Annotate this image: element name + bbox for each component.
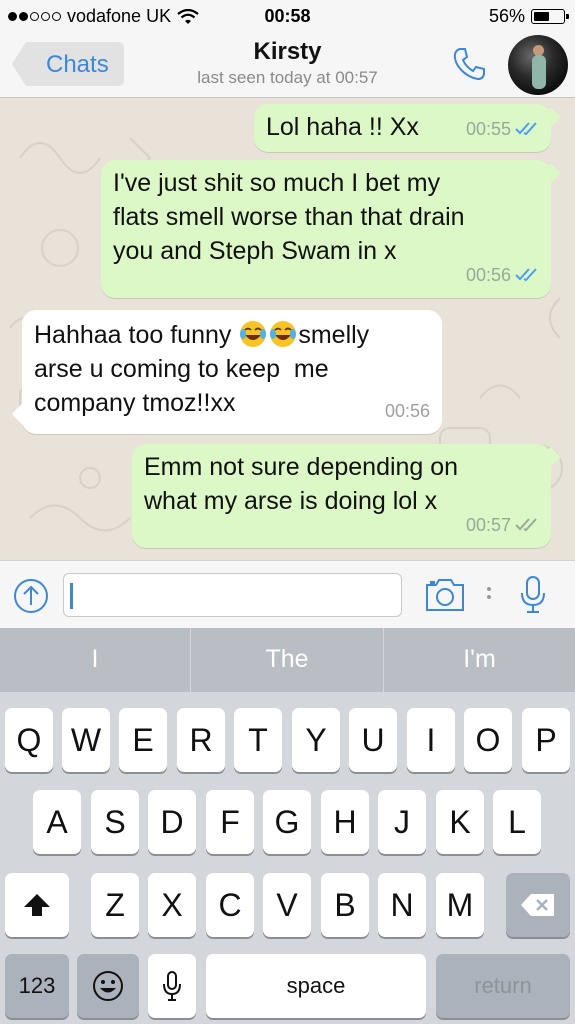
backspace-icon — [521, 894, 554, 916]
space-key[interactable]: space — [206, 954, 426, 1018]
key-y[interactable]: Y — [292, 708, 340, 772]
message-text: Hahhaa too funny smelly arse u coming to… — [34, 318, 369, 420]
key-k[interactable]: K — [436, 790, 484, 854]
camera-icon[interactable] — [424, 577, 466, 613]
share-upload-icon[interactable] — [13, 578, 49, 614]
battery-info: 56% — [488, 6, 569, 27]
contact-info[interactable]: Kirsty last seen today at 00:57 — [0, 38, 575, 88]
message-line: arse u coming to keep me — [34, 355, 329, 383]
message-meta: 00:56 — [466, 258, 539, 292]
message-line: you and Steph Swam in x — [113, 237, 397, 265]
message-text: Emm not sure depending on what my arse i… — [144, 450, 458, 518]
key-b[interactable]: B — [321, 873, 369, 937]
key-c[interactable]: C — [206, 873, 254, 937]
shift-icon — [24, 894, 50, 916]
key-u[interactable]: U — [349, 708, 397, 772]
battery-percent: 56% — [488, 6, 525, 26]
key-v[interactable]: V — [263, 873, 311, 937]
message-time: 00:56 — [465, 265, 511, 285]
key-o[interactable]: O — [464, 708, 512, 772]
key-r[interactable]: R — [177, 708, 225, 772]
key-w[interactable]: W — [62, 708, 110, 772]
dictation-key[interactable] — [148, 954, 196, 1018]
text-cursor — [70, 583, 73, 609]
message-line: what my arse is doing lol x — [144, 487, 438, 515]
key-m[interactable]: M — [436, 873, 484, 937]
keyboard-keys: Q W E R T Y U I O P A S D F G H J K L Z … — [0, 692, 575, 1024]
key-l[interactable]: L — [493, 790, 541, 854]
message-meta: 00:57 — [466, 508, 539, 542]
numbers-key[interactable]: 123 — [5, 954, 69, 1018]
read-receipt-icon — [515, 122, 537, 136]
last-seen-status: last seen today at 00:57 — [197, 68, 378, 87]
key-t[interactable]: T — [234, 708, 282, 772]
contact-name: Kirsty — [253, 38, 322, 65]
message-line: I've just shit so much I bet my — [113, 169, 441, 197]
key-p[interactable]: P — [522, 708, 570, 772]
message-meta: 00:55 — [466, 112, 539, 146]
key-x[interactable]: X — [148, 873, 196, 937]
return-key[interactable]: return — [436, 954, 570, 1018]
key-s[interactable]: S — [91, 790, 139, 854]
message-bubble-outgoing[interactable]: I've just shit so much I bet my flats sm… — [101, 160, 561, 298]
message-meta: 00:56 — [385, 394, 430, 428]
microphone-icon[interactable] — [518, 575, 548, 615]
message-line: Emm not sure depending on — [144, 453, 459, 481]
key-z[interactable]: Z — [91, 873, 139, 937]
message-list[interactable]: Lol haha !! Xx 00:55 I've just shit so m… — [0, 98, 575, 560]
message-time: 00:55 — [465, 119, 511, 139]
message-bubble-incoming[interactable]: Hahhaa too funny smelly arse u coming to… — [11, 310, 442, 434]
message-time: 00:57 — [465, 515, 511, 535]
emoji-key[interactable] — [77, 954, 139, 1018]
key-h[interactable]: H — [321, 790, 369, 854]
chat-header: Chats Kirsty last seen today at 00:57 — [0, 32, 575, 98]
message-segment: smelly — [298, 321, 370, 349]
read-receipt-icon — [515, 268, 537, 282]
message-line: company tmoz!!xx — [34, 389, 236, 417]
key-d[interactable]: D — [148, 790, 196, 854]
message-bubble-outgoing[interactable]: Lol haha !! Xx 00:55 — [254, 104, 561, 152]
key-e[interactable]: E — [119, 708, 167, 772]
key-g[interactable]: G — [263, 790, 311, 854]
suggestion-1[interactable]: I — [0, 628, 190, 692]
key-i[interactable]: I — [407, 708, 455, 772]
message-text: I've just shit so much I bet my flats sm… — [113, 166, 465, 268]
compose-bar — [0, 560, 575, 628]
avatar[interactable] — [508, 35, 568, 95]
laughing-tears-emoji-icon — [270, 321, 297, 347]
key-j[interactable]: J — [378, 790, 426, 854]
key-a[interactable]: A — [33, 790, 81, 854]
message-line: flats smell worse than that drain — [113, 203, 465, 231]
key-f[interactable]: F — [206, 790, 254, 854]
message-input[interactable] — [63, 573, 402, 617]
emoji-icon — [93, 971, 123, 1001]
message-text: Lol haha !! Xx — [266, 113, 419, 141]
key-q[interactable]: Q — [5, 708, 53, 772]
suggestion-2[interactable]: The — [191, 628, 383, 692]
predictive-bar: I The I'm — [0, 628, 575, 692]
laughing-tears-emoji-icon — [240, 321, 267, 347]
keyboard: I The I'm Q W E R T Y U I O P A S D F G … — [0, 628, 575, 1024]
status-bar: vodafone UK 00:58 56% — [0, 0, 575, 32]
message-line: Hahhaa too funny smelly — [34, 318, 369, 352]
battery-icon — [531, 9, 569, 24]
shift-key[interactable] — [5, 873, 69, 937]
microphone-icon — [163, 971, 181, 1001]
suggestion-3[interactable]: I'm — [384, 628, 575, 692]
message-time: 00:56 — [384, 401, 430, 421]
call-icon[interactable] — [452, 46, 488, 82]
message-bubble-outgoing[interactable]: Emm not sure depending on what my arse i… — [132, 444, 561, 548]
delivered-receipt-icon — [515, 518, 537, 532]
message-segment: Hahhaa too funny — [34, 321, 232, 349]
separator-dots-icon — [487, 587, 491, 599]
delete-key[interactable] — [506, 873, 570, 937]
key-n[interactable]: N — [378, 873, 426, 937]
